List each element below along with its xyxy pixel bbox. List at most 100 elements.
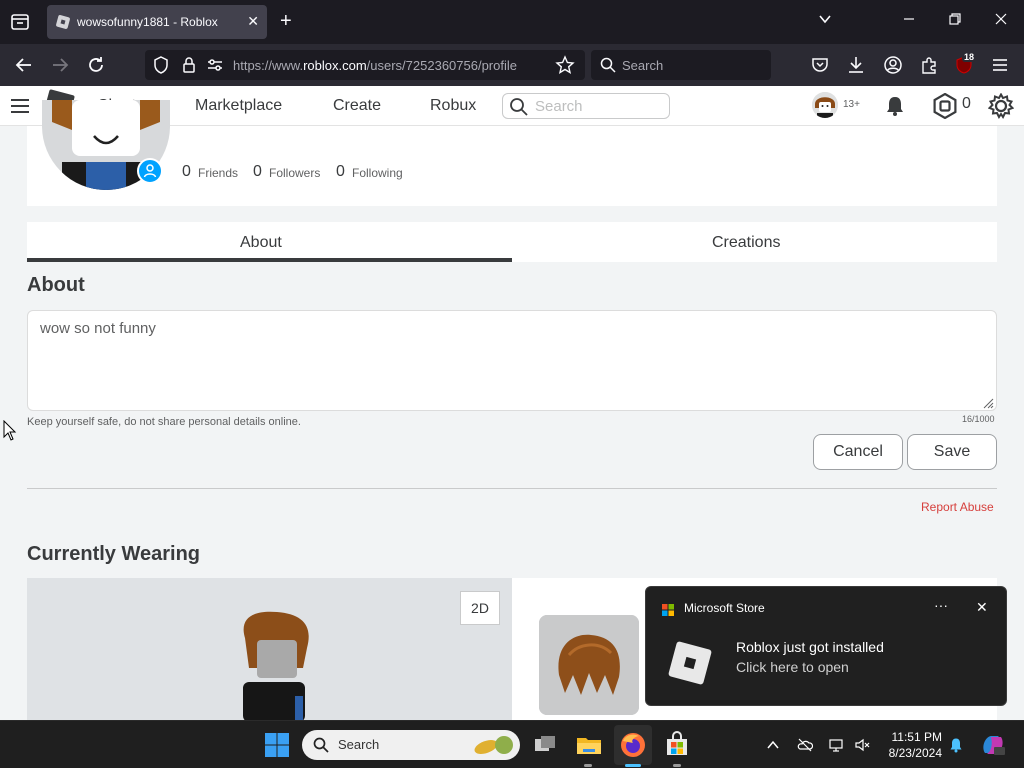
taskbar-search-input[interactable]: Search (302, 730, 520, 760)
extensions-icon[interactable] (918, 54, 940, 76)
microsoft-store-icon (662, 603, 674, 616)
reload-icon[interactable] (85, 54, 107, 76)
firefox-icon[interactable] (619, 731, 647, 759)
about-heading: About (27, 274, 85, 296)
save-button[interactable]: Save (907, 434, 997, 470)
notification-bell-icon[interactable] (948, 737, 964, 753)
microsoft-store-taskbar-icon[interactable] (663, 731, 691, 759)
search-highlight-icon (472, 734, 514, 756)
back-arrow-icon[interactable] (13, 54, 35, 76)
tab-title: wowsofunny1881 - Roblox (77, 15, 218, 29)
search-icon (312, 736, 330, 754)
about-textarea[interactable]: wow so not funny (27, 310, 997, 411)
lock-icon[interactable] (179, 55, 199, 75)
search-icon (599, 56, 617, 74)
robux-icon[interactable] (932, 92, 958, 120)
following-label[interactable]: Following (352, 166, 403, 180)
store-running-indicator (673, 764, 681, 767)
app-menu-icon[interactable] (989, 54, 1011, 76)
bookmark-star-icon[interactable] (555, 55, 575, 75)
followers-label[interactable]: Followers (269, 166, 320, 180)
browser-nav-bar: https://www.roblox.com/users/7252360756/… (0, 44, 1024, 86)
friends-label[interactable]: Friends (198, 166, 238, 180)
age-indicator: 13+ (843, 99, 860, 110)
chevron-up-icon[interactable] (765, 737, 781, 753)
about-text[interactable]: wow so not funny (40, 320, 156, 337)
notifications-bell-icon[interactable] (884, 95, 906, 117)
explorer-running-indicator (584, 764, 592, 767)
nav-create-link[interactable]: Create (333, 97, 381, 115)
tab-about[interactable]: About (240, 234, 282, 252)
roblox-favicon-icon (55, 14, 71, 30)
toast-message: Roblox just got installed (736, 639, 884, 655)
avatar[interactable] (812, 92, 838, 118)
windows-taskbar: Search 11:51 PM 8/23/2024 (0, 720, 1024, 768)
permissions-icon[interactable] (205, 55, 225, 75)
roblox-app-icon (667, 640, 713, 686)
task-view-icon[interactable] (531, 731, 559, 759)
system-clock[interactable]: 11:51 PM 8/23/2024 (884, 729, 942, 761)
downloads-icon[interactable] (845, 54, 867, 76)
followers-count[interactable]: 0 (253, 163, 262, 181)
toast-close-button[interactable]: ✕ (976, 599, 988, 616)
restore-icon[interactable] (948, 12, 962, 29)
safety-hint: Keep yourself safe, do not share persona… (27, 416, 301, 428)
network-icon[interactable] (828, 737, 844, 753)
copilot-icon[interactable] (979, 731, 1007, 759)
tracking-shield-icon[interactable] (151, 55, 171, 75)
onedrive-offline-icon[interactable] (797, 737, 814, 753)
forward-arrow-icon[interactable] (49, 54, 71, 76)
windows-start-icon[interactable] (263, 731, 291, 759)
profile-tabs: About Creations (27, 222, 997, 262)
tab-overview-icon[interactable] (10, 12, 30, 32)
clock-date: 8/23/2024 (888, 746, 942, 760)
hair-item-thumbnail[interactable] (539, 615, 639, 715)
toggle-2d-button[interactable]: 2D (460, 591, 500, 625)
address-bar[interactable]: https://www.roblox.com/users/7252360756/… (145, 50, 585, 80)
resize-grip-icon[interactable] (982, 396, 994, 409)
install-notification-toast[interactable]: Microsoft Store ··· ✕ Roblox just got in… (645, 586, 1007, 706)
firefox-active-indicator (625, 764, 641, 767)
tab-creations[interactable]: Creations (712, 234, 780, 252)
url-text[interactable]: https://www.roblox.com/users/7252360756/… (233, 58, 545, 73)
active-tab-indicator (27, 258, 512, 262)
mouse-cursor-icon (3, 419, 17, 442)
file-explorer-icon[interactable] (575, 731, 603, 759)
online-status-badge (137, 158, 163, 184)
toast-app-name: Microsoft Store (684, 601, 765, 615)
toast-action-text[interactable]: Click here to open (736, 659, 849, 675)
browser-search-input[interactable]: Search (591, 50, 771, 80)
report-abuse-link[interactable]: Report Abuse (921, 500, 994, 514)
avatar-3d-viewer[interactable] (27, 578, 512, 720)
search-icon (509, 97, 529, 117)
tab-close-icon[interactable]: ✕ (247, 13, 259, 29)
settings-gear-icon[interactable] (987, 92, 1015, 119)
minimize-icon[interactable] (902, 12, 916, 29)
account-icon[interactable] (882, 54, 904, 76)
new-tab-button[interactable]: + (280, 10, 292, 32)
clock-time: 11:51 PM (891, 730, 942, 744)
volume-muted-icon[interactable] (854, 737, 870, 753)
roblox-search-placeholder: Search (535, 98, 583, 115)
hamburger-menu-icon[interactable] (10, 96, 30, 116)
browser-tab-bar: wowsofunny1881 - Roblox ✕ + (0, 0, 1024, 44)
roblox-search-input[interactable]: Search (502, 93, 670, 119)
nav-marketplace-link[interactable]: Marketplace (195, 97, 282, 115)
currently-wearing-heading: Currently Wearing (27, 543, 200, 565)
tab-list-chevron-icon[interactable] (818, 12, 832, 29)
toast-more-button[interactable]: ··· (934, 597, 948, 613)
friends-count[interactable]: 0 (182, 163, 191, 181)
window-close-icon[interactable] (994, 12, 1008, 29)
extension-badge: 18 (962, 52, 977, 62)
profile-header-card (27, 126, 997, 206)
nav-robux-link[interactable]: Robux (430, 97, 476, 115)
browser-tab[interactable]: wowsofunny1881 - Roblox ✕ (47, 5, 267, 39)
browser-search-placeholder: Search (622, 58, 664, 73)
robux-balance[interactable]: 0 (962, 95, 971, 113)
section-divider (27, 488, 997, 489)
character-count: 16/1000 (962, 414, 995, 424)
following-count[interactable]: 0 (336, 163, 345, 181)
taskbar-search-placeholder: Search (338, 737, 380, 752)
pocket-icon[interactable] (809, 54, 831, 76)
cancel-button[interactable]: Cancel (813, 434, 903, 470)
